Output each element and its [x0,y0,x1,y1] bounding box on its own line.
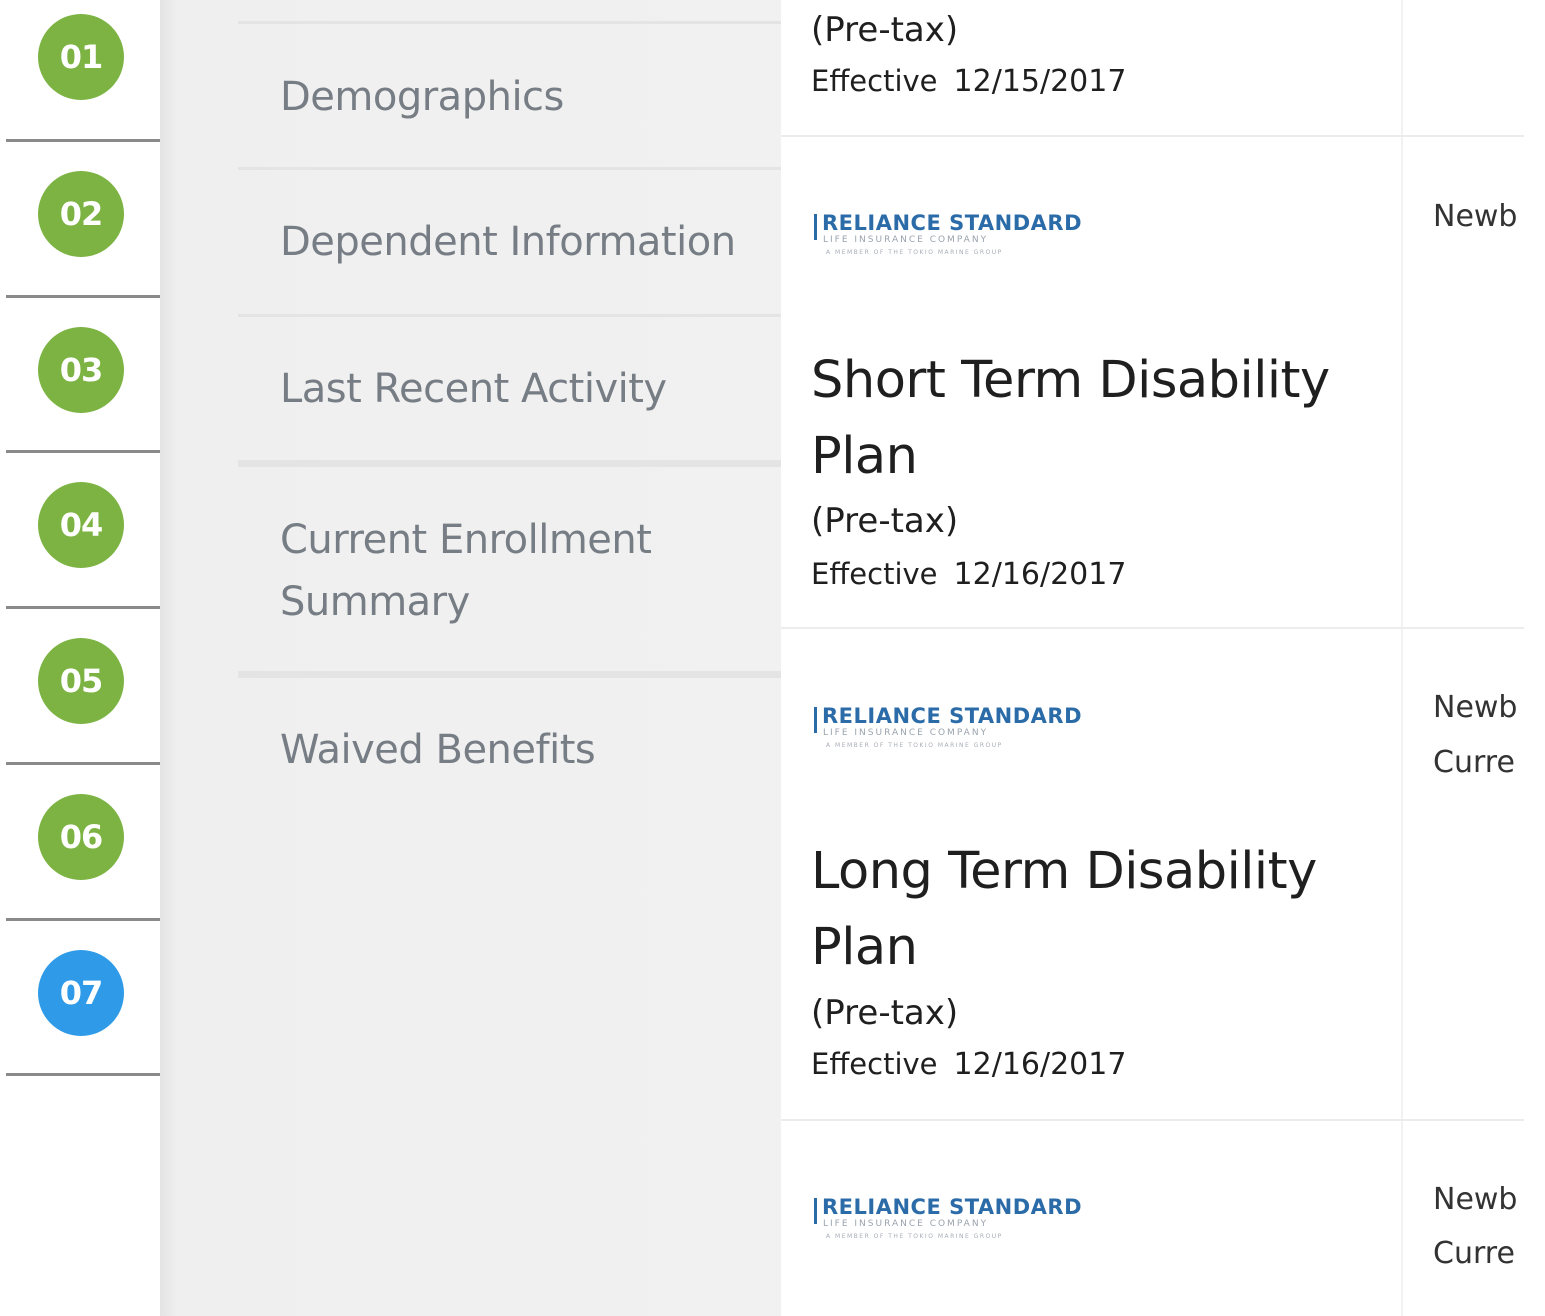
nav-item-current-enrollment-summary[interactable]: Current Enrollment Summary [280,509,760,633]
plan-effective: Effective 12/16/2017 [811,1047,1126,1082]
step-divider [6,295,160,298]
row-divider [781,135,1524,137]
reliance-standard-logo: RELIANCE STANDARD LIFE INSURANCE COMPANY… [814,704,1094,764]
plan-tax-label: (Pre-tax) [811,993,959,1033]
nav-divider [238,314,781,317]
logo-tagline: A MEMBER OF THE TOKIO MARINE GROUP [826,1233,1003,1240]
step-06-indicator[interactable]: 06 [38,794,124,880]
effective-label: Effective [811,557,938,591]
effective-date: 12/15/2017 [953,64,1127,99]
section-nav: Demographics Dependent Information Last … [160,0,781,1316]
plan-name: Long Term Disability Plan [811,842,1317,977]
step-02-indicator[interactable]: 02 [38,171,124,257]
plan-effective: Effective 12/15/2017 [811,64,1126,99]
step-divider [6,918,160,921]
nav-item-last-recent-activity[interactable]: Last Recent Activity [280,358,760,420]
logo-subtitle: LIFE INSURANCE COMPANY [823,1219,989,1229]
nav-divider [238,460,781,467]
nav-item-waived-benefits[interactable]: Waived Benefits [280,719,760,781]
nav-item-demographics[interactable]: Demographics [280,66,760,128]
logo-bar [814,707,817,733]
effective-label: Effective [811,1047,938,1081]
step-divider [6,762,160,765]
effective-label: Effective [811,64,938,98]
reliance-standard-logo: RELIANCE STANDARD LIFE INSURANCE COMPANY… [814,211,1094,271]
reliance-standard-logo: RELIANCE STANDARD LIFE INSURANCE COMPANY… [814,1195,1094,1255]
plan-list: (Pre-tax) Effective 12/15/2017 RELIANCE S… [781,0,1524,1316]
logo-bar [814,214,817,240]
effective-date: 12/16/2017 [953,1047,1127,1082]
logo-subtitle: LIFE INSURANCE COMPANY [823,728,989,738]
plan-status-line: Newb [1433,199,1518,234]
logo-tagline: A MEMBER OF THE TOKIO MARINE GROUP [826,249,1003,256]
plan-tax-label: (Pre-tax) [811,10,959,50]
nav-item-dependent-information[interactable]: Dependent Information [280,211,760,273]
step-03-indicator[interactable]: 03 [38,327,124,413]
row-divider [781,1119,1524,1121]
logo-bar [814,1198,817,1224]
step-divider [6,606,160,609]
row-divider [781,627,1524,629]
step-divider [6,139,160,142]
nav-divider [238,167,781,170]
plan-status-line: Newb [1433,690,1518,725]
step-rail: 01 02 03 04 05 06 07 [0,0,160,1316]
logo-brand: RELIANCE STANDARD [822,1195,1083,1219]
plan-status-line: Curre [1433,745,1515,780]
effective-date: 12/16/2017 [953,557,1127,592]
step-divider [6,1073,160,1076]
nav-divider [238,671,781,678]
nav-divider [238,21,781,24]
plan-status-line: Newb [1433,1182,1518,1217]
enrollment-summary-page: 01 02 03 04 05 06 07 Demographics Depend… [0,0,1545,1316]
plan-effective: Effective 12/16/2017 [811,557,1126,592]
plan-tax-label: (Pre-tax) [811,501,959,541]
plan-name: Short Term Disability Plan [811,351,1330,486]
step-divider [6,450,160,453]
logo-brand: RELIANCE STANDARD [822,211,1083,235]
step-05-indicator[interactable]: 05 [38,638,124,724]
plan-status-line: Curre [1433,1236,1515,1271]
logo-tagline: A MEMBER OF THE TOKIO MARINE GROUP [826,742,1003,749]
logo-brand: RELIANCE STANDARD [822,704,1083,728]
step-01-indicator[interactable]: 01 [38,14,124,100]
logo-subtitle: LIFE INSURANCE COMPANY [823,235,989,245]
step-07-indicator-active[interactable]: 07 [38,950,124,1036]
step-04-indicator[interactable]: 04 [38,482,124,568]
